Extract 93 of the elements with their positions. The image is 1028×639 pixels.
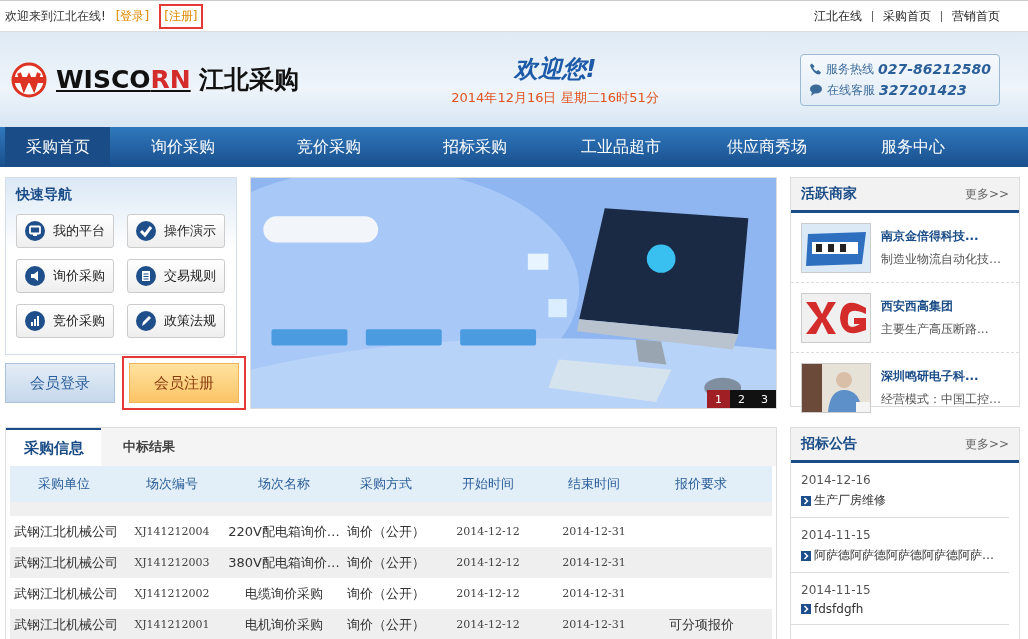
- table-cell: 武钢江北机械公司: [14, 522, 118, 541]
- nav-tab[interactable]: 询价采购: [110, 127, 256, 167]
- check-icon: [136, 221, 156, 241]
- merchant-description: 制造业物流自动化技…: [881, 251, 1001, 268]
- brand-title: 江北采购: [198, 64, 299, 96]
- table-cell: 2014-12-31: [562, 587, 626, 600]
- table-cell: 2014-12-31: [562, 556, 626, 569]
- nav-tab[interactable]: 采购首页: [5, 127, 110, 167]
- nav-tab[interactable]: 招标采购: [402, 127, 548, 167]
- more-link[interactable]: 更多>>: [964, 435, 1009, 453]
- table-cell: 2014-12-12: [456, 618, 520, 631]
- merchant-description: 主要生产高压断路...: [881, 321, 989, 338]
- list-icon: [136, 266, 156, 286]
- slide-page[interactable]: 2: [730, 390, 753, 408]
- table-cell: 2014-12-31: [562, 525, 626, 538]
- chevron-icon: [801, 550, 811, 561]
- column-header: 结束时间: [567, 475, 621, 493]
- brand-name: WISCORN: [56, 65, 191, 94]
- top-nav-link[interactable]: 营销首页: [952, 7, 1000, 25]
- quick-nav-button[interactable]: 交易规则: [127, 259, 225, 293]
- welcome-text: 欢迎来到江北在线!: [5, 7, 106, 25]
- table-cell: 武钢江北机械公司: [14, 553, 118, 572]
- pen-icon: [136, 311, 156, 331]
- table-cell: 电缆询价采购: [245, 585, 323, 601]
- notice-date: 2014-11-15: [801, 583, 872, 597]
- table-cell: 询价（公开）: [347, 523, 425, 539]
- quick-nav-button[interactable]: 竞价采购: [16, 304, 114, 338]
- notice-date: 2014-12-16: [801, 473, 872, 487]
- date-time: 2014年12月16日 星期二16时51分: [451, 88, 659, 107]
- monitor-icon: [25, 221, 45, 241]
- contact-value: 027-86212580: [878, 61, 991, 77]
- table-cell: 询价（公开）: [347, 616, 425, 632]
- slide-page[interactable]: 3: [753, 390, 776, 408]
- slide-page[interactable]: 1: [707, 390, 730, 408]
- notice-link[interactable]: fdsfdgfh: [814, 602, 864, 616]
- more-link[interactable]: 更多>>: [964, 185, 1009, 203]
- column-header: 采购单位: [37, 475, 91, 493]
- chat-icon: [809, 83, 823, 97]
- quick-nav-button[interactable]: 我的平台: [16, 214, 114, 248]
- table-cell: 询价（公开）: [347, 554, 425, 570]
- column-header: 场次名称: [257, 475, 311, 493]
- greeting-text: 欢迎您!: [513, 53, 597, 85]
- table-cell: XJ141212001: [134, 618, 210, 631]
- table-cell: 380V配电箱询价…: [228, 554, 340, 570]
- table-cell: 2014-12-12: [456, 587, 520, 600]
- contact-value: 327201423: [879, 82, 967, 98]
- table-cell: 可分项报价: [668, 616, 734, 632]
- panel-title: 快速导航: [16, 186, 73, 204]
- table-cell: 电机询价采购: [245, 616, 323, 632]
- notice-link[interactable]: 阿萨德阿萨德阿萨德阿萨德阿萨…: [814, 547, 994, 564]
- nav-tab[interactable]: 供应商秀场: [694, 127, 840, 167]
- table-cell: 2014-12-12: [456, 556, 520, 569]
- chevron-icon: [801, 495, 811, 506]
- contact-label: 在线客服: [827, 81, 875, 99]
- table-cell: XJ141212002: [134, 587, 210, 600]
- logo-icon: [10, 60, 48, 99]
- merchant-description: 经营模式：中国工控…: [881, 391, 1001, 408]
- notice-link[interactable]: 生产厂房维修: [814, 492, 886, 509]
- table-cell: 2014-12-31: [562, 618, 626, 631]
- table-cell: 2014-12-12: [456, 525, 520, 538]
- chevron-icon: [801, 604, 811, 614]
- panel-title: 招标公告: [801, 435, 857, 453]
- notice-date: 2014-11-15: [801, 528, 872, 542]
- quick-nav-button[interactable]: 询价采购: [16, 259, 114, 293]
- table-cell: XJ141212004: [134, 525, 210, 538]
- contact-label: 服务热线: [826, 60, 874, 78]
- tab[interactable]: 中标结果: [101, 428, 196, 466]
- merchant-name[interactable]: 深圳鸣研电子科...: [881, 368, 1001, 385]
- nav-tab[interactable]: 工业品超市: [548, 127, 694, 167]
- table-cell: 武钢江北机械公司: [14, 584, 118, 603]
- nav-tab[interactable]: 服务中心: [840, 127, 986, 167]
- merchant-name[interactable]: 西安西高集团: [881, 298, 989, 315]
- column-header: 场次编号: [145, 475, 199, 493]
- panel-title: 活跃商家: [801, 185, 857, 203]
- quick-nav-button[interactable]: 操作演示: [127, 214, 225, 248]
- tab[interactable]: 采购信息: [6, 428, 101, 466]
- top-nav-link[interactable]: 采购首页: [883, 7, 931, 25]
- phone-icon: [809, 62, 822, 76]
- speaker-icon: [25, 266, 45, 286]
- register-button[interactable]: 会员注册: [129, 363, 239, 403]
- table-cell: 220V配电箱询价…: [228, 523, 340, 539]
- bar-chart-icon: [25, 311, 45, 331]
- table-cell: XJ141212003: [134, 556, 210, 569]
- merchant-name[interactable]: 南京金倍得科技...: [881, 228, 1001, 245]
- login-button[interactable]: 会员登录: [5, 363, 115, 403]
- top-nav-link[interactable]: 江北在线: [814, 7, 862, 25]
- table-cell: 武钢江北机械公司: [14, 615, 118, 634]
- nav-tab[interactable]: 竞价采购: [256, 127, 402, 167]
- table-cell: 询价（公开）: [347, 585, 425, 601]
- column-header: 采购方式: [359, 475, 413, 493]
- column-header: 报价要求: [674, 475, 728, 493]
- column-header: 开始时间: [461, 475, 515, 493]
- quick-nav-button[interactable]: 政策法规: [127, 304, 225, 338]
